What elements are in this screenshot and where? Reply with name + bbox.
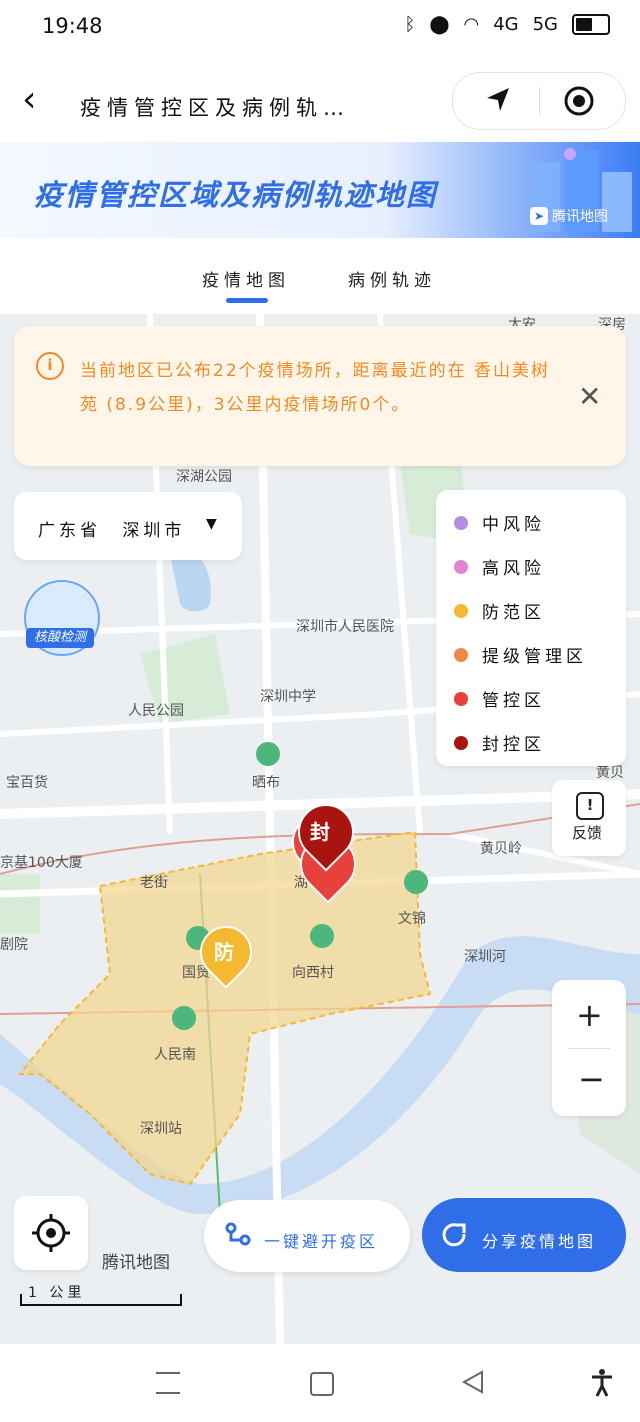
map-label: 文锦 xyxy=(398,911,426,927)
legend-item: 管控区 xyxy=(454,686,545,711)
route-icon xyxy=(225,1222,251,1246)
map-label: 老街 xyxy=(140,875,168,891)
legend-dot xyxy=(454,691,468,706)
map-label: 深圳河 xyxy=(464,949,506,965)
navigate-icon[interactable] xyxy=(483,85,513,115)
signal-5g: 5G xyxy=(532,14,558,35)
tencent-map-brand: ➤ 腾讯地图 xyxy=(530,206,608,226)
map-canvas[interactable]: 太安 深房 深湖公园 深圳市人民医院 深圳中学 人民公园 晒布 宝百货 黄贝岭 … xyxy=(0,314,640,1344)
header-capsule xyxy=(452,72,626,130)
map-label: 人民南 xyxy=(154,1047,196,1063)
menu-icon[interactable] xyxy=(156,1372,180,1394)
map-label: 京基100大厦 xyxy=(0,855,83,871)
caret-down-icon[interactable]: ▼ xyxy=(206,516,217,532)
tab-bar xyxy=(0,238,640,314)
compass-icon: ➤ xyxy=(530,207,548,225)
info-icon: i xyxy=(36,352,64,380)
page-title: 疫情管控区及病例轨… xyxy=(80,96,350,120)
signal-4g: 4G xyxy=(493,14,519,35)
map-label: 黄贝岭 xyxy=(480,841,522,857)
map-label: 剧院 xyxy=(0,937,28,953)
map-label: 深圳中学 xyxy=(260,689,316,705)
legend-label: 管控区 xyxy=(482,691,545,711)
legend-item: 提级管理区 xyxy=(454,642,587,667)
metro-icon xyxy=(310,924,334,948)
battery-icon xyxy=(572,14,610,35)
legend-label: 防范区 xyxy=(482,603,545,623)
legend-item: 中风险 xyxy=(454,510,545,535)
legend-dot xyxy=(454,647,468,662)
prevention-marker-label: 防 xyxy=(214,940,234,964)
nucleic-test-label[interactable]: 核酸检测 xyxy=(26,628,94,648)
zoom-divider xyxy=(568,1048,610,1049)
home-icon[interactable] xyxy=(310,1372,334,1396)
tab-epidemic-map[interactable]: 疫情地图 xyxy=(202,266,290,291)
tab-case-trajectory[interactable]: 病例轨迹 xyxy=(348,266,436,291)
share-map-label: 分享疫情地图 xyxy=(482,1232,597,1251)
crosshair-icon xyxy=(32,1214,70,1252)
sealed-marker-label: 封 xyxy=(310,820,330,844)
status-icons: ᛒ ⬤ ◠ 4G 5G xyxy=(404,14,610,35)
metro-icon xyxy=(172,1006,196,1030)
map-label: 向西村 xyxy=(292,965,334,981)
metro-icon xyxy=(256,742,280,766)
back-triangle-icon[interactable] xyxy=(460,1370,486,1394)
zoom-out-button[interactable]: − xyxy=(578,1060,605,1098)
bluetooth-icon: ᛒ xyxy=(404,14,416,35)
legend-label: 提级管理区 xyxy=(482,647,587,667)
record-icon[interactable] xyxy=(563,85,595,117)
map-label: 深圳站 xyxy=(140,1121,182,1137)
feedback-icon: ! xyxy=(576,792,604,820)
legend-item: 高风险 xyxy=(454,554,545,579)
legend-item: 封控区 xyxy=(454,730,545,755)
status-time: 19:48 xyxy=(42,14,103,38)
avoid-zone-label: 一键避开疫区 xyxy=(264,1232,379,1251)
region-label[interactable]: 广东省 深圳市 xyxy=(38,516,185,541)
map-label: 晒布 xyxy=(252,775,280,791)
location-icon: ⬤ xyxy=(429,14,450,35)
zoom-in-button[interactable]: + xyxy=(576,996,603,1034)
legend-dot xyxy=(454,735,468,750)
map-label: 宝百货 xyxy=(6,775,48,791)
back-button[interactable]: ‹ xyxy=(22,80,36,120)
legend-item: 防范区 xyxy=(454,598,545,623)
legend-dot xyxy=(454,559,468,574)
city-label: 深圳市 xyxy=(122,521,186,541)
legend-label: 中风险 xyxy=(482,515,545,535)
legend-label: 封控区 xyxy=(482,735,545,755)
accessibility-icon[interactable] xyxy=(590,1368,614,1398)
wifi-icon: ◠ xyxy=(463,14,480,35)
metro-icon xyxy=(404,870,428,894)
close-icon[interactable]: ✕ xyxy=(578,380,601,413)
notice-text: 当前地区已公布22个疫情场所，距离最近的在 香山美树苑 (8.9公里)，3公里内… xyxy=(80,361,551,415)
scale-bar xyxy=(20,1294,182,1306)
share-icon xyxy=(442,1223,466,1247)
brand-label: 腾讯地图 xyxy=(552,209,608,225)
legend-dot xyxy=(454,515,468,530)
capsule-divider xyxy=(539,87,540,115)
map-logo: 腾讯地图 xyxy=(102,1253,170,1273)
map-label: 深圳市人民医院 xyxy=(296,619,394,635)
feedback-label: 反馈 xyxy=(572,824,603,842)
map-label: 人民公园 xyxy=(128,703,184,719)
province-label: 广东省 xyxy=(38,521,101,541)
legend-dot xyxy=(454,603,468,618)
tab-active-indicator xyxy=(226,298,268,303)
legend-label: 高风险 xyxy=(482,559,545,579)
map-label: 深湖公园 xyxy=(176,469,232,485)
banner-title: 疫情管控区域及病例轨迹地图 xyxy=(34,178,438,212)
locate-button[interactable] xyxy=(14,1196,88,1270)
